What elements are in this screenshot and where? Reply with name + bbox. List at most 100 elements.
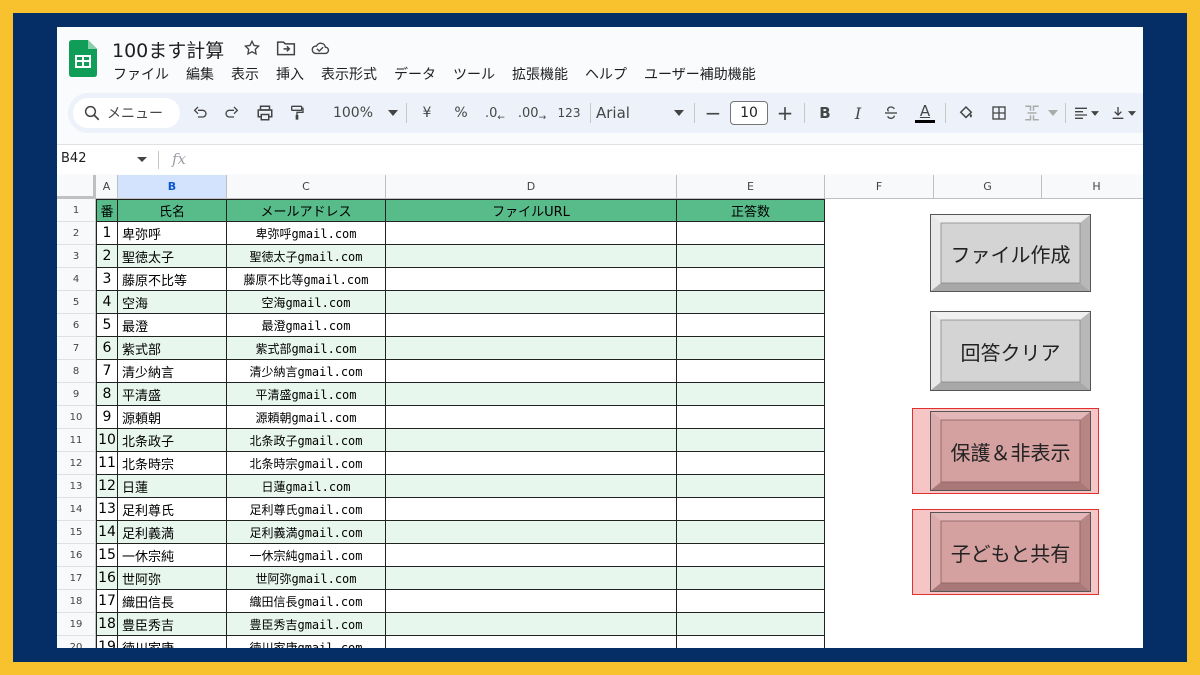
move-folder-icon[interactable] <box>276 38 296 58</box>
row-header[interactable]: 19 <box>57 613 96 636</box>
decrease-decimal-button[interactable]: .0 ← <box>479 93 511 133</box>
name-cell[interactable]: 源頼朝 <box>118 406 227 429</box>
row-header[interactable]: 18 <box>57 590 96 613</box>
email-cell[interactable]: 最澄gmail.com <box>227 314 386 337</box>
create-file-button[interactable]: ファイル作成 <box>930 214 1091 292</box>
row-header[interactable]: 5 <box>57 291 96 314</box>
score-cell[interactable] <box>677 613 825 636</box>
file-url-cell[interactable] <box>386 590 677 613</box>
horizontal-align-icon[interactable] <box>1071 93 1101 133</box>
menu-data[interactable]: データ <box>394 64 436 84</box>
text-color-button[interactable]: A <box>910 93 940 133</box>
name-cell[interactable]: 最澄 <box>118 314 227 337</box>
name-cell[interactable]: 清少納言 <box>118 360 227 383</box>
chevron-down-icon[interactable] <box>386 93 400 133</box>
score-cell[interactable] <box>677 429 825 452</box>
email-cell[interactable]: 足利義満gmail.com <box>227 521 386 544</box>
cloud-status-icon[interactable] <box>310 38 330 58</box>
score-cell[interactable] <box>677 636 825 648</box>
menu-help[interactable]: ヘルプ <box>585 64 627 84</box>
file-url-cell[interactable] <box>386 475 677 498</box>
chevron-down-icon[interactable] <box>1046 93 1060 133</box>
row-number-cell[interactable]: 18 <box>96 613 118 636</box>
score-cell[interactable] <box>677 360 825 383</box>
row-number-cell[interactable]: 1 <box>96 222 118 245</box>
header-cell[interactable]: ファイルURL <box>386 199 677 222</box>
row-header[interactable]: 1 <box>57 199 96 222</box>
document-title[interactable]: 100ます計算 <box>112 36 224 63</box>
email-cell[interactable]: 源頼朝gmail.com <box>227 406 386 429</box>
print-icon[interactable] <box>250 93 280 133</box>
paint-format-icon[interactable] <box>282 93 312 133</box>
menu-accessibility[interactable]: ユーザー補助機能 <box>644 64 756 84</box>
percent-format-button[interactable]: % <box>446 93 476 133</box>
menu-edit[interactable]: 編集 <box>186 64 214 84</box>
row-number-cell[interactable]: 13 <box>96 498 118 521</box>
select-all-corner[interactable] <box>57 175 96 199</box>
row-header[interactable]: 17 <box>57 567 96 590</box>
name-cell[interactable]: 平清盛 <box>118 383 227 406</box>
email-cell[interactable]: 空海gmail.com <box>227 291 386 314</box>
chevron-down-icon[interactable] <box>137 157 147 162</box>
row-number-cell[interactable]: 7 <box>96 360 118 383</box>
column-header-h[interactable]: H <box>1042 175 1143 199</box>
row-number-cell[interactable]: 2 <box>96 245 118 268</box>
file-url-cell[interactable] <box>386 613 677 636</box>
column-header-e[interactable]: E <box>677 175 825 199</box>
email-cell[interactable]: 世阿弥gmail.com <box>227 567 386 590</box>
header-cell[interactable]: メールアドレス <box>227 199 386 222</box>
score-cell[interactable] <box>677 498 825 521</box>
increase-font-size-icon[interactable]: + <box>772 93 798 133</box>
menu-tools[interactable]: ツール <box>453 64 495 84</box>
name-cell[interactable]: 聖徳太子 <box>118 245 227 268</box>
name-cell[interactable]: 北条政子 <box>118 429 227 452</box>
zoom-select[interactable]: 100% <box>320 93 386 133</box>
file-url-cell[interactable] <box>386 222 677 245</box>
menu-search[interactable]: メニュー <box>73 98 180 128</box>
borders-icon[interactable] <box>985 93 1013 133</box>
email-cell[interactable]: 北条政子gmail.com <box>227 429 386 452</box>
file-url-cell[interactable] <box>386 291 677 314</box>
score-cell[interactable] <box>677 475 825 498</box>
row-number-cell[interactable]: 9 <box>96 406 118 429</box>
italic-button[interactable]: I <box>844 93 872 133</box>
chevron-down-icon[interactable] <box>672 93 686 133</box>
email-cell[interactable]: 聖徳太子gmail.com <box>227 245 386 268</box>
file-url-cell[interactable] <box>386 521 677 544</box>
row-header[interactable]: 6 <box>57 314 96 337</box>
vertical-align-icon[interactable] <box>1108 93 1138 133</box>
row-header[interactable]: 8 <box>57 360 96 383</box>
share-with-children-button[interactable]: 子どもと共有 <box>930 512 1091 592</box>
email-cell[interactable]: 清少納言gmail.com <box>227 360 386 383</box>
score-cell[interactable] <box>677 590 825 613</box>
column-header-b[interactable]: B <box>118 175 227 199</box>
email-cell[interactable]: 平清盛gmail.com <box>227 383 386 406</box>
row-number-cell[interactable]: 19 <box>96 636 118 648</box>
column-header-f[interactable]: F <box>825 175 934 199</box>
score-cell[interactable] <box>677 222 825 245</box>
redo-icon[interactable] <box>217 93 247 133</box>
menu-insert[interactable]: 挿入 <box>276 64 304 84</box>
row-number-cell[interactable]: 4 <box>96 291 118 314</box>
email-cell[interactable]: 日蓮gmail.com <box>227 475 386 498</box>
score-cell[interactable] <box>677 383 825 406</box>
score-cell[interactable] <box>677 452 825 475</box>
email-cell[interactable]: 織田信長gmail.com <box>227 590 386 613</box>
column-header-g[interactable]: G <box>934 175 1042 199</box>
email-cell[interactable]: 徳川家康gmail.com <box>227 636 386 648</box>
row-number-cell[interactable]: 8 <box>96 383 118 406</box>
email-cell[interactable]: 紫式部gmail.com <box>227 337 386 360</box>
score-cell[interactable] <box>677 268 825 291</box>
row-number-cell[interactable]: 12 <box>96 475 118 498</box>
row-header[interactable]: 2 <box>57 222 96 245</box>
name-cell[interactable]: 世阿弥 <box>118 567 227 590</box>
row-header[interactable]: 16 <box>57 544 96 567</box>
row-number-cell[interactable]: 3 <box>96 268 118 291</box>
column-header-d[interactable]: D <box>386 175 677 199</box>
row-header[interactable]: 7 <box>57 337 96 360</box>
email-cell[interactable]: 一休宗純gmail.com <box>227 544 386 567</box>
row-number-cell[interactable]: 17 <box>96 590 118 613</box>
row-number-cell[interactable]: 6 <box>96 337 118 360</box>
row-header[interactable]: 12 <box>57 452 96 475</box>
name-cell[interactable]: 卑弥呼 <box>118 222 227 245</box>
